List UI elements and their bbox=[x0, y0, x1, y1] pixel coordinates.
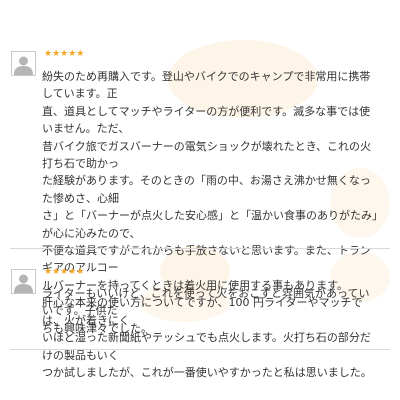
review-divider bbox=[10, 248, 390, 249]
review-divider bbox=[10, 349, 390, 350]
star-rating: ★★★★★ bbox=[44, 267, 85, 277]
user-silhouette-icon bbox=[11, 269, 36, 294]
reviews-page: ★★★★★ 紛失のため再購入です。登山やバイクでのキャンプで非常用に携帯していま… bbox=[0, 0, 400, 400]
user-silhouette-icon bbox=[11, 51, 36, 76]
star-rating: ★★★★★ bbox=[44, 49, 85, 59]
review-text: ライターもいいけど、これを使って火をおこすと雰囲気があっていいです。子供た ちも… bbox=[42, 287, 370, 335]
